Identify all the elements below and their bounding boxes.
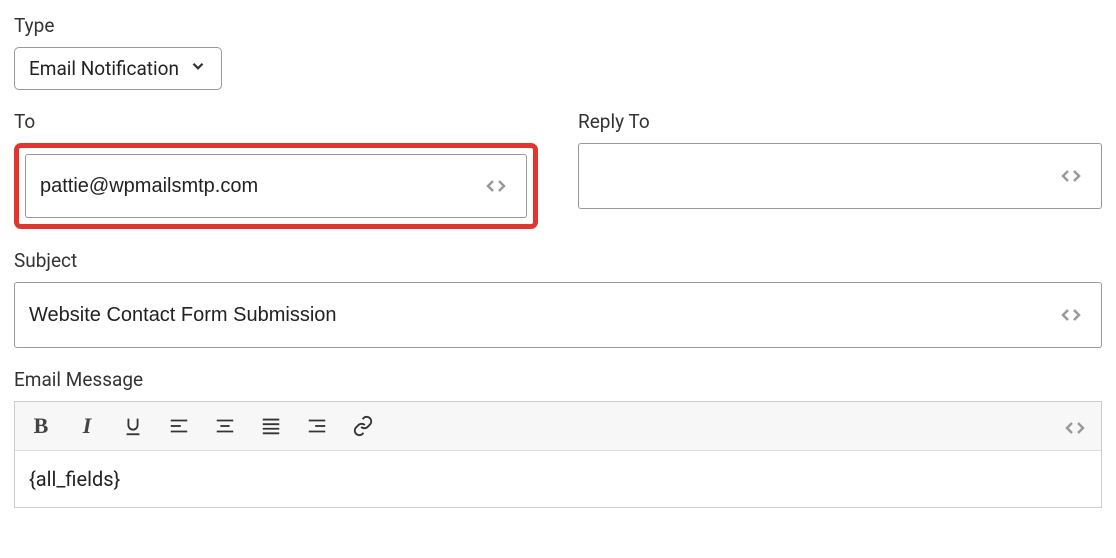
type-select[interactable]: Email Notification (14, 47, 222, 90)
underline-button[interactable] (121, 412, 145, 440)
editor-body-text: {all_fields} (29, 467, 120, 491)
align-right-button[interactable] (305, 412, 329, 440)
type-field-group: Type Email Notification (14, 14, 1102, 90)
merge-tag-icon[interactable] (1055, 299, 1087, 331)
subject-input[interactable] (29, 283, 1055, 347)
italic-button[interactable]: I (75, 412, 99, 440)
rich-text-editor: B I (14, 401, 1102, 508)
to-replyto-row: To Reply To (14, 110, 1102, 249)
subject-label: Subject (14, 249, 1102, 272)
align-justify-button[interactable] (259, 412, 283, 440)
replyto-input[interactable] (593, 144, 1055, 208)
link-button[interactable] (351, 412, 375, 440)
replyto-field-group: Reply To (578, 110, 1102, 229)
subject-input-box (14, 282, 1102, 348)
merge-tag-icon[interactable] (480, 170, 512, 202)
to-input-highlight (14, 143, 538, 229)
email-message-field-group: Email Message B I (14, 368, 1102, 508)
type-label: Type (14, 14, 1102, 37)
to-input-inner (25, 154, 527, 218)
to-input[interactable] (40, 155, 480, 217)
to-field-group: To (14, 110, 538, 229)
align-left-button[interactable] (167, 412, 191, 440)
bold-button[interactable]: B (29, 412, 53, 440)
merge-tag-icon[interactable] (1055, 160, 1087, 192)
replyto-input-box (578, 143, 1102, 209)
email-message-label: Email Message (14, 368, 1102, 391)
merge-tag-icon[interactable] (1063, 416, 1087, 445)
editor-body[interactable]: {all_fields} (15, 451, 1101, 507)
chevron-down-icon (189, 57, 207, 80)
replyto-label: Reply To (578, 110, 1102, 133)
align-center-button[interactable] (213, 412, 237, 440)
editor-toolbar: B I (15, 402, 1101, 451)
subject-field-group: Subject (14, 249, 1102, 348)
to-label: To (14, 110, 538, 133)
type-selected-value: Email Notification (29, 57, 179, 80)
